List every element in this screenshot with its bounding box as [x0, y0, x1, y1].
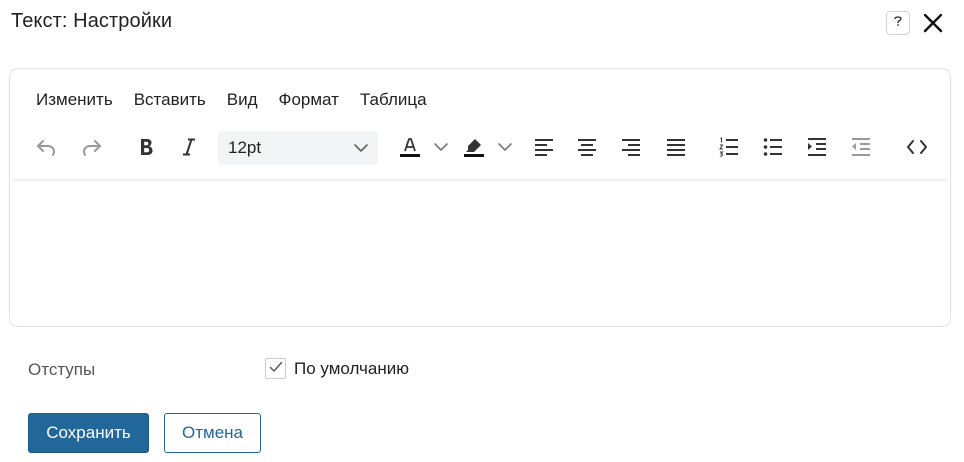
align-justify-button[interactable] [662, 127, 690, 171]
menu-insert[interactable]: Вставить [134, 90, 206, 110]
indent-icon [806, 136, 828, 163]
close-button[interactable] [920, 12, 946, 38]
align-left-icon [533, 137, 555, 162]
menu-format[interactable]: Формат [279, 90, 339, 110]
text-color-dropdown[interactable] [430, 127, 452, 171]
align-center-icon [576, 137, 598, 162]
bold-icon [137, 137, 155, 162]
font-size-value: 12pt [228, 138, 262, 157]
close-icon [922, 12, 944, 39]
italic-button[interactable] [177, 127, 201, 171]
editor-toolbar: 12pt [10, 127, 950, 179]
text-color-icon [398, 135, 422, 164]
save-button[interactable]: Сохранить [28, 413, 149, 453]
undo-icon [35, 136, 57, 163]
chevron-down-icon [433, 139, 449, 160]
checkmark-icon [269, 360, 283, 378]
text-color-button[interactable] [396, 127, 424, 171]
highlight-color-button[interactable] [460, 127, 488, 171]
menu-edit[interactable]: Изменить [36, 90, 113, 110]
editor-menubar: Изменить Вставить Вид Формат Таблица [10, 69, 950, 129]
menu-view[interactable]: Вид [227, 90, 258, 110]
align-justify-icon [665, 137, 687, 162]
help-question-icon [891, 13, 905, 34]
outdent-button[interactable] [847, 127, 875, 171]
bullet-list-button[interactable] [759, 127, 787, 171]
font-size-select[interactable]: 12pt [218, 131, 378, 165]
text-settings-dialog: Текст: Настройки Изменить Вставить Вид Ф… [0, 0, 964, 462]
menu-table[interactable]: Таблица [360, 90, 427, 110]
checkbox-box[interactable] [265, 358, 286, 379]
indents-label: Отступы [28, 360, 96, 379]
highlight-color-icon [462, 135, 486, 164]
source-code-icon [906, 138, 928, 161]
redo-button[interactable] [78, 127, 106, 171]
numbered-list-button[interactable] [715, 127, 743, 171]
undo-button[interactable] [32, 127, 60, 171]
outdent-icon [850, 136, 872, 163]
help-button[interactable] [886, 11, 910, 35]
default-indent-checkbox[interactable]: По умолчанию [265, 358, 409, 379]
align-right-button[interactable] [617, 127, 645, 171]
align-right-icon [620, 137, 642, 162]
dialog-title: Текст: Настройки [11, 10, 173, 32]
bullet-list-icon [762, 136, 784, 163]
indent-button[interactable] [803, 127, 831, 171]
numbered-list-icon [718, 136, 740, 163]
rich-text-editor: Изменить Вставить Вид Формат Таблица 12p… [9, 68, 951, 327]
cancel-button[interactable]: Отмена [164, 413, 261, 453]
chevron-down-icon [352, 139, 370, 162]
chevron-down-icon [497, 139, 513, 160]
editor-content-area[interactable] [10, 179, 950, 326]
align-left-button[interactable] [530, 127, 558, 171]
source-code-button[interactable] [903, 127, 931, 171]
italic-icon [180, 137, 198, 162]
redo-icon [81, 136, 103, 163]
default-indent-label: По умолчанию [294, 358, 409, 378]
align-center-button[interactable] [573, 127, 601, 171]
highlight-color-dropdown[interactable] [494, 127, 516, 171]
bold-button[interactable] [134, 127, 158, 171]
